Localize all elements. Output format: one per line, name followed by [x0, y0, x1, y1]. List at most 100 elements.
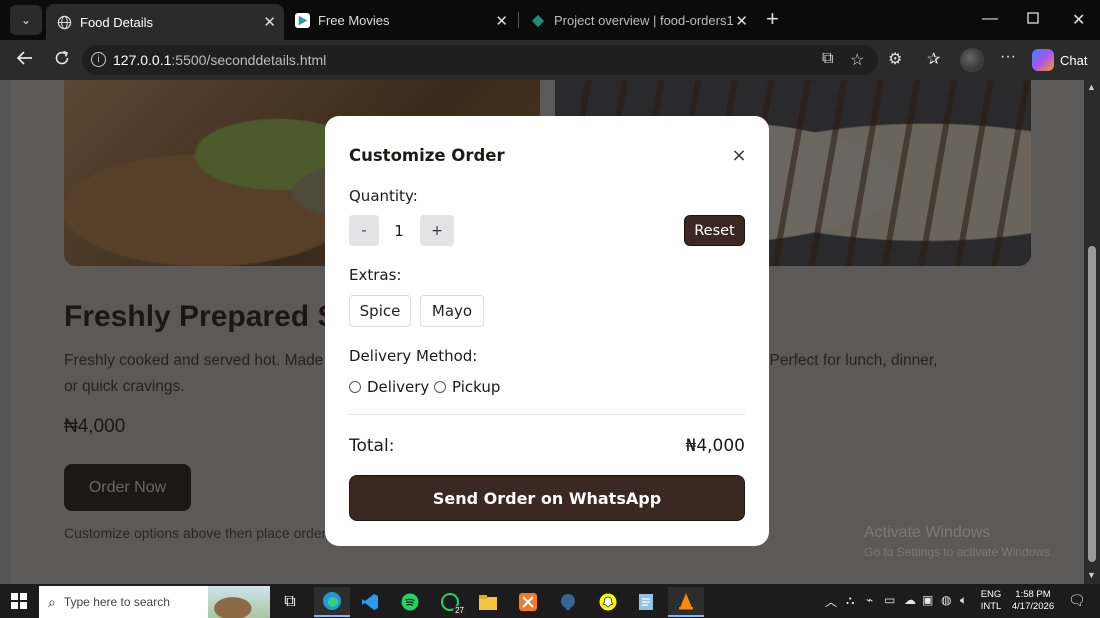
search-icon: ⌕ [48, 593, 56, 610]
close-window-icon[interactable]: ✕ [1072, 10, 1085, 30]
send-whatsapp-button[interactable]: Send Order on WhatsApp [349, 475, 745, 521]
tab-title: Food Details [80, 14, 153, 30]
refresh-icon[interactable] [53, 49, 71, 72]
close-icon[interactable]: × [729, 145, 749, 166]
food-price: ₦4,000 [64, 416, 126, 437]
file-explorer-icon[interactable] [470, 587, 506, 617]
close-tab-icon[interactable]: ✕ [495, 12, 508, 30]
favorites-icon[interactable]: ✰ [927, 49, 940, 69]
task-view-icon[interactable]: ⧉ [272, 587, 308, 617]
copilot-icon [1032, 49, 1054, 71]
tray-app-icon[interactable]: ⛬ [846, 593, 854, 608]
vscode-app-icon[interactable] [352, 587, 388, 617]
quantity-label: Quantity: [349, 187, 418, 205]
spotify-app-icon[interactable] [392, 587, 428, 617]
tab-bar: ⌄ Food Details ✕ Free Movies ✕ Project o… [0, 0, 1100, 40]
tray-cloud-icon[interactable]: ☁ [904, 593, 916, 607]
maximize-icon[interactable] [1027, 11, 1039, 29]
description-left: Freshly cooked and served hot. Made [64, 352, 324, 369]
divider [349, 414, 745, 415]
order-hint: Customize options above then place order [64, 525, 327, 541]
volume-icon[interactable]: 🔈︎ [960, 593, 967, 608]
url-bar[interactable]: i 127.0.0.1:5500/seconddetails.html ⧉ ☆ [82, 45, 878, 75]
scroll-up-icon[interactable]: ▲ [1087, 82, 1096, 92]
tab-project-overview[interactable]: Project overview | food-orders1 | N ✕ [520, 4, 756, 37]
tab-title: Free Movies [318, 13, 390, 28]
whatsapp-app-icon[interactable]: 27 [432, 587, 468, 617]
search-highlight-image [208, 586, 270, 618]
favorite-star-icon[interactable]: ☆ [850, 50, 864, 70]
clock[interactable]: 1:58 PM 4/17/2026 [1008, 589, 1058, 613]
pickup-option[interactable]: Pickup [434, 378, 500, 396]
close-tab-icon[interactable]: ✕ [263, 13, 276, 31]
increase-quantity-button[interactable]: + [420, 215, 454, 246]
copilot-chat-button[interactable]: Chat [1032, 47, 1087, 73]
pickup-radio[interactable] [434, 381, 446, 393]
clock-time: 1:58 PM [1015, 589, 1051, 600]
tab-list-button[interactable]: ⌄ [10, 5, 42, 35]
extras-label: Extras: [349, 266, 402, 284]
tab-separator [518, 12, 519, 28]
url-text[interactable]: 127.0.0.1:5500/seconddetails.html [113, 52, 326, 68]
pickup-option-label: Pickup [452, 378, 501, 396]
reset-button[interactable]: Reset [684, 215, 745, 246]
back-icon[interactable] [16, 49, 34, 72]
postgres-app-icon[interactable] [550, 587, 586, 617]
profile-avatar[interactable] [960, 48, 984, 72]
delivery-option-label: Delivery [367, 378, 430, 396]
minimize-icon[interactable]: — [982, 10, 998, 28]
order-now-button[interactable]: Order Now [64, 464, 191, 511]
show-hidden-icons-icon[interactable]: ︿ [825, 593, 837, 610]
network-icon[interactable]: ◍ [941, 593, 951, 607]
taskbar-search[interactable]: ⌕ Type here to search [39, 586, 270, 618]
delivery-radio[interactable] [349, 381, 361, 393]
scroll-down-icon[interactable]: ▼ [1087, 570, 1096, 580]
input-language[interactable]: ENG INTL [978, 589, 1004, 613]
url-path: :5500/seconddetails.html [171, 52, 327, 68]
watermark-title: Activate Windows [864, 524, 991, 541]
tab-title: Project overview | food-orders1 | N [554, 13, 734, 28]
food-title: Freshly Prepared Sh [64, 300, 356, 333]
total-label: Total: [349, 436, 395, 456]
vlc-app-icon[interactable] [668, 587, 704, 617]
description-line2: or quick cravings. [64, 378, 185, 395]
play-icon [294, 13, 310, 29]
customize-order-modal: Customize Order × Quantity: - 1 + Reset … [325, 116, 769, 546]
tab-food-details[interactable]: Food Details ✕ [46, 4, 284, 40]
new-tab-icon[interactable]: + [766, 8, 779, 30]
extra-spice-button[interactable]: Spice [349, 295, 411, 327]
page-scrollbar[interactable]: ▲ ▼ [1084, 80, 1100, 584]
scrollbar-thumb[interactable] [1088, 246, 1096, 562]
whatsapp-badge: 27 [453, 606, 466, 615]
watermark-subtitle: Go to Settings to activate Windows. [864, 545, 1054, 559]
tab-free-movies[interactable]: Free Movies ✕ [284, 4, 516, 37]
lang-line2: INTL [980, 601, 1002, 612]
translate-icon[interactable]: ⧉ [822, 50, 833, 68]
tray-usb-icon[interactable]: ⌁ [866, 593, 873, 607]
diamond-icon [530, 13, 546, 29]
windows-start-icon[interactable] [11, 593, 27, 609]
decrease-quantity-button[interactable]: - [349, 215, 379, 246]
delivery-option[interactable]: Delivery [349, 378, 429, 396]
modal-title: Customize Order [349, 146, 505, 165]
extensions-icon[interactable]: ⚙ [888, 49, 902, 69]
total-value: ₦4,000 [685, 436, 745, 456]
notepad-app-icon[interactable] [628, 587, 664, 617]
extra-mayo-button[interactable]: Mayo [420, 295, 484, 327]
snapchat-app-icon[interactable] [590, 587, 626, 617]
xampp-app-icon[interactable] [510, 587, 546, 617]
globe-icon [56, 14, 72, 30]
more-options-icon[interactable]: ··· [1000, 48, 1016, 66]
defender-icon[interactable]: ▣ [922, 593, 933, 607]
notifications-icon[interactable]: 🗨︎ [1068, 592, 1086, 609]
info-icon[interactable]: i [91, 52, 106, 67]
activate-windows-watermark: Activate Windows Go to Settings to activ… [864, 524, 1053, 559]
battery-icon[interactable]: ▭ [884, 593, 895, 607]
url-host: 127.0.0.1 [113, 52, 172, 68]
edge-app-icon[interactable] [314, 587, 350, 617]
search-placeholder: Type here to search [63, 595, 170, 609]
clock-date: 4/17/2026 [1011, 601, 1055, 612]
taskbar: ⌕ Type here to search ⧉ 27 ︿ ⛬ ⌁ ▭ ☁ ▣ ◍… [0, 584, 1100, 618]
lang-line1: ENG [980, 589, 1002, 600]
close-tab-icon[interactable]: ✕ [735, 12, 748, 30]
